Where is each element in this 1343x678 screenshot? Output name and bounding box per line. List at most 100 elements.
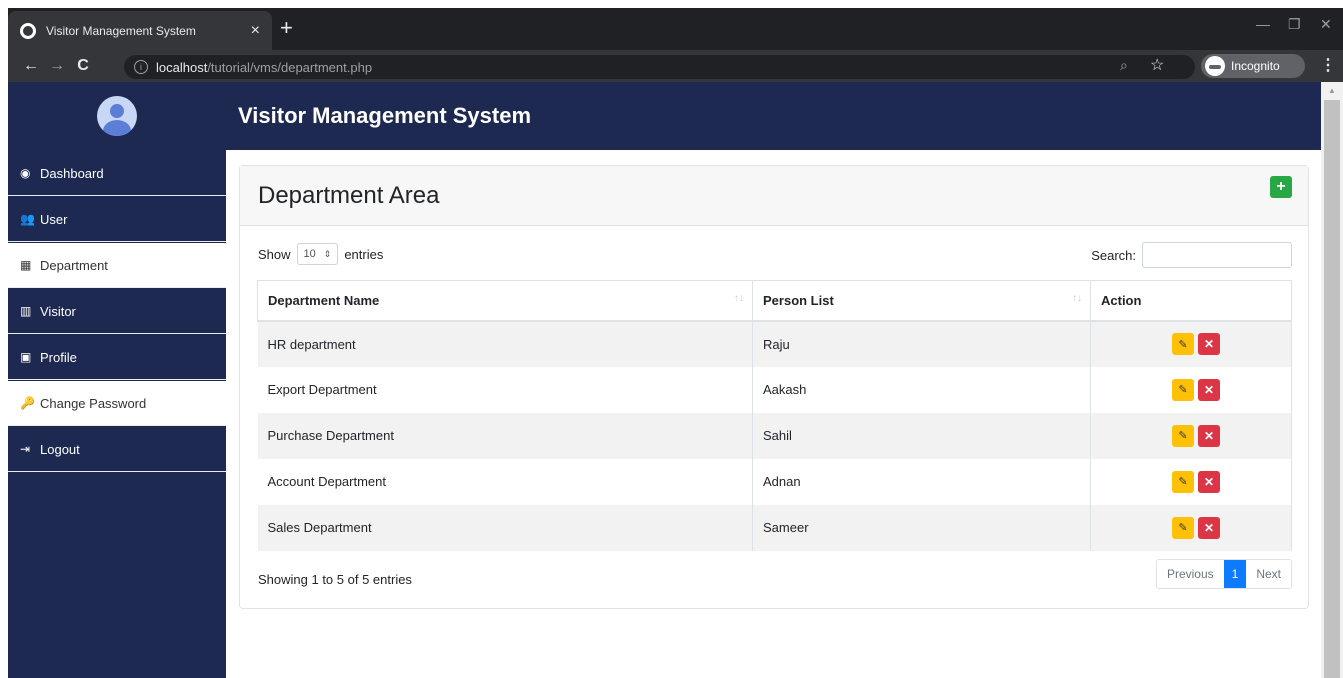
person-list-cell: Raju (752, 320, 1091, 367)
menu-icon[interactable]: ⋮ (1320, 55, 1336, 75)
table-info: Showing 1 to 5 of 5 entries (258, 572, 412, 587)
edit-button[interactable]: ✎ (1172, 378, 1194, 401)
left-margin (0, 0, 8, 678)
department-table: Department Name ↑↓ Person List ↑↓ Action… (257, 280, 1292, 551)
sidebar-nav: ◉ Dashboard 👥 User ▦ Department ▥ Visitor ▣ Profi… (8, 150, 226, 472)
department-name-cell: Sales Department (257, 504, 753, 551)
card-header: Department Area + (240, 166, 1308, 226)
id-card-icon: ▥ (20, 304, 32, 318)
sidebar-item-label: Change Password (40, 395, 147, 411)
previous-button[interactable]: Previous (1157, 560, 1224, 588)
edit-button[interactable]: ✎ (1172, 470, 1194, 493)
person-list-cell: Sahil (752, 412, 1091, 459)
url-host: localhost (156, 59, 208, 75)
delete-button[interactable]: ✕ (1198, 378, 1220, 401)
person-list-cell: Sameer (752, 504, 1091, 551)
browser-tab[interactable]: Visitor Management System × (8, 11, 272, 50)
address-bar[interactable]: i localhost /tutorial/vms/department.php (124, 55, 1195, 79)
scroll-up-icon[interactable]: ▲ (1328, 86, 1336, 95)
sort-icon: ↑↓ (1072, 293, 1082, 304)
new-tab-button[interactable]: + (280, 17, 293, 39)
users-icon: 👥 (20, 212, 35, 226)
search-input[interactable] (1142, 242, 1292, 268)
vertical-scrollbar[interactable]: ▲ (1321, 82, 1343, 678)
sidebar: ◉ Dashboard 👥 User ▦ Department ▥ Visitor ▣ Profi… (8, 82, 226, 678)
column-header-label: Action (1101, 292, 1142, 308)
column-header-label: Person List (763, 292, 834, 308)
table-search: Search: (1091, 242, 1292, 268)
department-card: Department Area + Show 10 ⇕ entries Sear… (239, 165, 1309, 609)
sidebar-item-logout[interactable]: ⇥ Logout (8, 426, 226, 472)
building-icon: ▦ (20, 258, 32, 272)
next-button[interactable]: Next (1246, 560, 1291, 588)
sidebar-item-user[interactable]: 👥 User (8, 196, 226, 242)
sidebar-item-label: Profile (40, 349, 77, 365)
scrollbar-thumb[interactable] (1324, 100, 1340, 678)
department-name-cell: Export Department (257, 366, 753, 413)
sidebar-item-label: Visitor (40, 303, 76, 319)
edit-button[interactable]: ✎ (1172, 333, 1194, 355)
sidebar-item-profile[interactable]: ▣ Profile (8, 334, 226, 380)
page: ◉ Dashboard 👥 User ▦ Department ▥ Visitor ▣ Profi… (8, 82, 1321, 678)
table-row: Sales Department Sameer ✎ ✕ (257, 504, 1292, 551)
url-path: /tutorial/vms/department.php (207, 59, 373, 75)
sort-arrows-icon: ⇕ (323, 248, 332, 259)
back-icon[interactable]: ← (18, 57, 44, 75)
tab-bar: Visitor Management System × + — ❐ ✕ (8, 8, 1343, 50)
action-cell: ✎ ✕ (1090, 504, 1292, 551)
sidebar-item-label: Logout (40, 441, 80, 457)
restore-icon[interactable]: ❐ (1288, 16, 1301, 33)
table-header-row: Department Name ↑↓ Person List ↑↓ Action (257, 280, 1292, 322)
column-header-label: Department Name (268, 292, 380, 308)
top-margin (0, 0, 1343, 8)
column-header-action: Action (1090, 280, 1292, 322)
sidebar-item-label: Dashboard (40, 165, 104, 181)
key-icon: 🔑 (20, 396, 35, 410)
search-label: Search: (1091, 247, 1136, 263)
department-name-cell: Account Department (257, 458, 753, 505)
sidebar-item-change-password[interactable]: 🔑 Change Password (8, 380, 226, 426)
star-icon[interactable]: ☆ (1150, 55, 1164, 75)
forward-icon[interactable]: → (44, 57, 70, 75)
entries-select-value: 10 (303, 248, 316, 260)
zoom-icon[interactable]: ⌕ (1120, 57, 1128, 74)
sidebar-item-dashboard[interactable]: ◉ Dashboard (8, 150, 226, 196)
info-icon[interactable]: i (134, 60, 148, 74)
close-window-icon[interactable]: ✕ (1320, 16, 1332, 33)
sidebar-item-label: Department (40, 257, 108, 273)
screen: Visitor Management System × + — ❐ ✕ ← → … (0, 0, 1343, 678)
avatar (97, 96, 137, 136)
column-header-person[interactable]: Person List ↑↓ (752, 280, 1091, 322)
entries-select[interactable]: 10 ⇕ (296, 243, 339, 265)
action-cell: ✎ ✕ (1090, 320, 1292, 367)
column-header-department[interactable]: Department Name ↑↓ (257, 280, 753, 322)
action-cell: ✎ ✕ (1090, 412, 1292, 459)
close-tab-icon[interactable]: × (251, 22, 260, 40)
delete-button[interactable]: ✕ (1198, 470, 1220, 493)
reload-icon[interactable]: C (70, 57, 96, 75)
browser-toolbar: ← → C i localhost /tutorial/vms/departme… (8, 50, 1343, 82)
table-row: Purchase Department Sahil ✎ ✕ (257, 412, 1292, 459)
avatar-body (103, 120, 131, 136)
minimize-icon[interactable]: — (1256, 16, 1270, 32)
sidebar-item-department[interactable]: ▦ Department (8, 242, 226, 288)
page-title: Department Area (258, 181, 440, 209)
delete-button[interactable]: ✕ (1198, 424, 1220, 447)
add-department-button[interactable]: + (1270, 176, 1292, 198)
incognito-badge[interactable]: Incognito (1201, 54, 1305, 78)
page-1-button[interactable]: 1 (1223, 560, 1247, 588)
sort-icon: ↑↓ (734, 293, 744, 304)
delete-button[interactable]: ✕ (1198, 333, 1220, 355)
table-row: Export Department Aakash ✎ ✕ (257, 366, 1292, 413)
delete-button[interactable]: ✕ (1198, 516, 1220, 539)
department-name-cell: Purchase Department (257, 412, 753, 459)
pagination: Previous 1 Next (1155, 559, 1292, 589)
edit-button[interactable]: ✎ (1172, 516, 1194, 539)
person-list-cell: Aakash (752, 366, 1091, 413)
table-body: HR department Raju ✎ ✕ Export Department Aaka… (257, 320, 1292, 551)
show-label: Show (258, 246, 291, 262)
globe-icon (20, 22, 36, 39)
sidebar-item-visitor[interactable]: ▥ Visitor (8, 288, 226, 334)
profile-icon: ▣ (20, 350, 32, 364)
edit-button[interactable]: ✎ (1172, 424, 1194, 447)
